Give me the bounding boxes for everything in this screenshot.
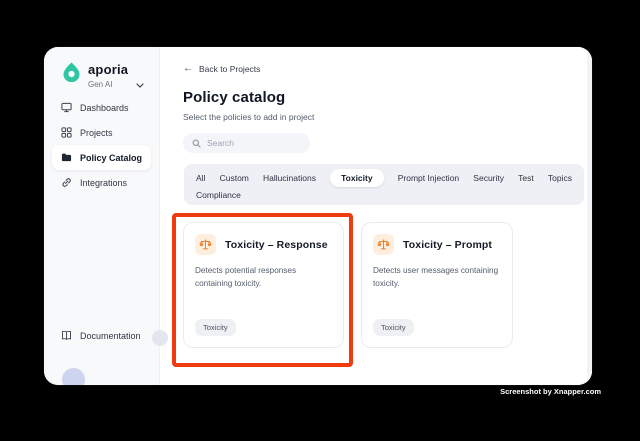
user-avatar[interactable] — [62, 368, 85, 385]
tab-security[interactable]: Security — [473, 173, 504, 183]
search-icon — [192, 139, 201, 148]
card-description: Detects user messages containing toxicit… — [373, 266, 499, 288]
workspace-label: Gen AI — [88, 80, 113, 89]
screenshot-frame: aporia Gen AI Dashboards Projects Policy… — [0, 0, 640, 441]
scales-icon — [373, 234, 394, 255]
watermark-label: Screenshot by Xnapper.com — [500, 387, 601, 396]
card-title: Toxicity – Prompt — [403, 238, 493, 251]
sidebar-item-label: Projects — [80, 127, 113, 138]
card-title: Toxicity – Response — [225, 238, 328, 251]
tab-test[interactable]: Test — [518, 173, 534, 183]
workspace-selector[interactable]: Gen AI — [88, 79, 145, 89]
back-to-projects-link[interactable]: ← Back to Projects — [183, 63, 261, 75]
arrow-left-icon: ← — [183, 63, 193, 74]
vertical-scrollbar[interactable] — [587, 47, 592, 385]
sidebar-item-dashboards[interactable]: Dashboards — [52, 95, 151, 120]
search-box — [183, 133, 310, 153]
tab-all[interactable]: All — [196, 173, 205, 183]
card-tag-badge: Toxicity — [373, 319, 414, 336]
projects-grid-icon — [61, 127, 72, 138]
card-description: Detects potential responses containing t… — [195, 266, 297, 288]
logo-block: aporia Gen AI — [61, 61, 145, 89]
sidebar-item-policy-catalog[interactable]: Policy Catalog — [52, 145, 151, 170]
sidebar-menu: Dashboards Projects Policy Catalog Integ… — [44, 95, 159, 195]
sidebar-item-integrations[interactable]: Integrations — [52, 170, 151, 195]
filter-tabs-row-2: Compliance — [196, 187, 572, 203]
brand-name: aporia — [88, 62, 129, 77]
tab-toxicity[interactable]: Toxicity — [330, 168, 384, 187]
page-subtitle: Select the policies to add in project — [183, 112, 315, 122]
sidebar-item-label: Policy Catalog — [80, 152, 143, 163]
card-tag-badge: Toxicity — [195, 319, 236, 336]
tab-custom[interactable]: Custom — [220, 173, 249, 183]
policy-card-toxicity-response[interactable]: Toxicity – Response Detects potential re… — [183, 222, 344, 348]
search-input[interactable] — [207, 138, 297, 148]
app-window: aporia Gen AI Dashboards Projects Policy… — [44, 47, 592, 385]
dashboard-icon — [61, 102, 72, 113]
scales-icon — [195, 234, 216, 255]
back-link-label: Back to Projects — [199, 64, 261, 74]
policy-card-toxicity-prompt[interactable]: Toxicity – Prompt Detects user messages … — [361, 222, 513, 348]
card-header: Toxicity – Prompt — [373, 234, 501, 255]
sidebar-item-label: Dashboards — [80, 102, 129, 113]
chevron-down-icon — [136, 82, 145, 88]
tab-hallucinations[interactable]: Hallucinations — [263, 173, 316, 183]
filter-tabs: All Custom Hallucinations Toxicity Promp… — [184, 164, 584, 205]
link-icon — [61, 177, 72, 188]
filter-tabs-row-1: All Custom Hallucinations Toxicity Promp… — [196, 168, 572, 187]
card-header: Toxicity – Response — [195, 234, 332, 255]
page-title: Policy catalog — [183, 89, 286, 106]
book-icon — [61, 330, 72, 341]
tab-compliance[interactable]: Compliance — [196, 190, 241, 200]
sidebar-item-label: Integrations — [80, 177, 128, 188]
sidebar: aporia Gen AI Dashboards Projects Policy… — [44, 47, 160, 385]
folder-icon — [61, 152, 72, 163]
sidebar-item-documentation[interactable]: Documentation — [61, 330, 141, 341]
chat-widget-bump[interactable] — [152, 330, 168, 346]
tab-prompt-injection[interactable]: Prompt Injection — [398, 173, 459, 183]
sidebar-item-label: Documentation — [80, 330, 141, 341]
main-content: ← Back to Projects Policy catalog Select… — [152, 47, 592, 385]
tab-topics[interactable]: Topics — [548, 173, 572, 183]
aporia-logo-icon — [61, 61, 82, 82]
sidebar-item-projects[interactable]: Projects — [52, 120, 151, 145]
